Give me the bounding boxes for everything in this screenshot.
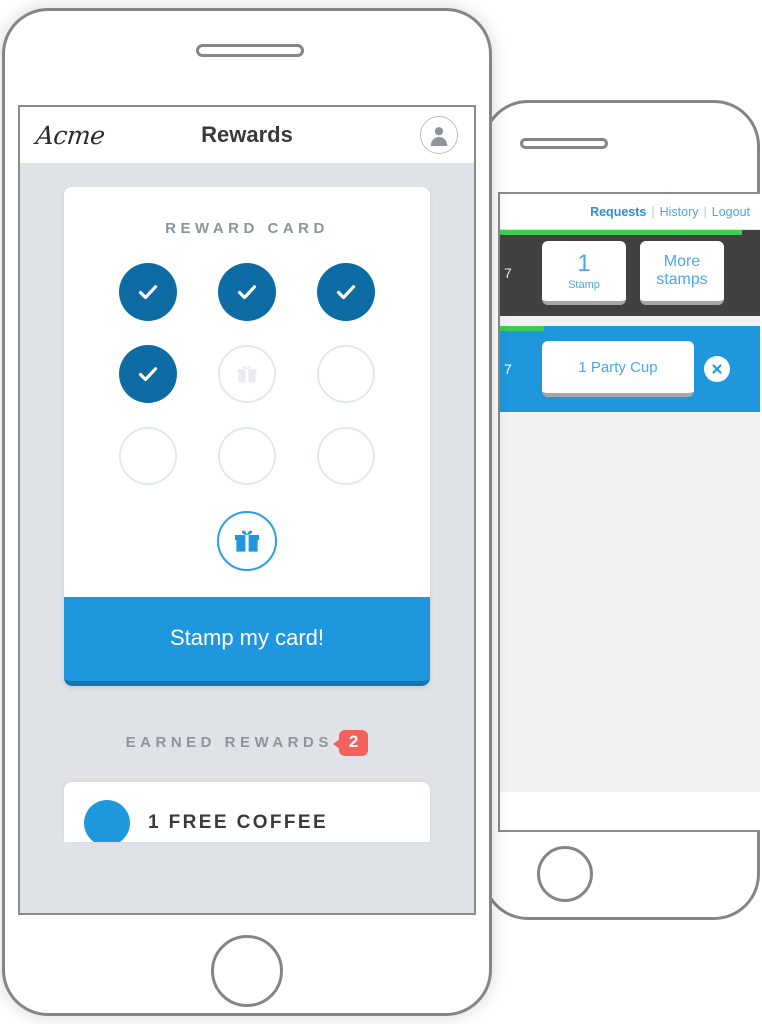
phone-left-speaker (196, 44, 304, 57)
phone-right-home-button[interactable] (537, 846, 593, 902)
earned-rewards-badge: 2 (332, 730, 369, 756)
earned-rewards-header: EARNED REWARDS 2 (20, 686, 474, 782)
phone-left-home-button[interactable] (211, 935, 283, 1007)
gift-icon (237, 365, 257, 383)
stamp-slot-1[interactable] (118, 263, 177, 321)
party-cup-label: 1 Party Cup (578, 358, 658, 376)
more-stamps-button[interactable]: More stamps (640, 241, 724, 305)
reward-goal-area (64, 507, 430, 597)
check-icon (337, 285, 356, 300)
party-cup-button[interactable]: 1 Party Cup (542, 341, 694, 397)
stamp-count-button[interactable]: 1 Stamp (542, 241, 626, 305)
nav-item-requests[interactable]: Requests (590, 205, 646, 219)
app-header: Acme Rewards (20, 107, 474, 163)
earned-rewards-label: EARNED REWARDS (125, 734, 333, 752)
nav-item-history[interactable]: History (660, 205, 699, 219)
check-icon (237, 285, 257, 300)
stamp-slot-8[interactable] (217, 427, 276, 485)
reward-card-title: REWARD CARD (165, 220, 329, 237)
nav-separator-1: | (651, 205, 655, 219)
stamp-slot-4[interactable] (118, 345, 177, 403)
stamp-my-card-button[interactable]: Stamp my card! (64, 597, 430, 686)
brand-logo[interactable]: Acme (34, 121, 106, 150)
more-stamps-label: More stamps (656, 252, 708, 288)
phone-left-screen: Acme Rewards REWARD CARD Stamp my card! … (18, 105, 476, 915)
request-row: 7 1 Stamp More stamps (500, 230, 760, 316)
nav-separator-2: | (703, 205, 707, 219)
check-icon (138, 285, 157, 300)
stamp-grid (64, 263, 430, 507)
reward-card: REWARD CARD Stamp my card! (64, 187, 430, 686)
earned-reward-item[interactable]: 1 FREE COFFEE (64, 781, 430, 842)
phone-right-speaker (520, 138, 608, 149)
stamp-slot-9[interactable] (317, 427, 376, 485)
nav-item-logout[interactable]: Logout (712, 205, 750, 219)
coffee-circle-icon (84, 799, 130, 842)
app-body: REWARD CARD Stamp my card! EARNED REWARD… (20, 163, 474, 913)
stamp-slot-2[interactable] (217, 263, 276, 321)
request-row-gap (500, 316, 760, 326)
request-list-empty-area (500, 412, 760, 792)
right-nav-bar: Requests | History | Logout (500, 194, 760, 230)
progress-bar (500, 230, 742, 235)
phone-right-screen: Requests | History | Logout 7 1 Stamp More s… (498, 192, 760, 832)
earned-reward-label: 1 FREE COFFEE (148, 811, 329, 833)
close-x-icon[interactable] (704, 356, 730, 382)
gift-icon (217, 511, 277, 571)
user-avatar-icon[interactable] (420, 116, 458, 154)
request-row-fragment: 7 (504, 265, 512, 281)
stamp-slot-6[interactable] (317, 345, 376, 403)
progress-bar (500, 326, 545, 331)
stamp-slot-5[interactable] (217, 345, 276, 403)
stamp-slot-3[interactable] (317, 263, 376, 321)
stamp-count-label: Stamp (568, 278, 600, 291)
stamp-slot-7[interactable] (118, 427, 177, 485)
request-row: 7 1 Party Cup (500, 326, 760, 412)
stamp-count-value: 1 (577, 249, 591, 277)
request-row-fragment: 7 (504, 361, 512, 377)
check-icon (138, 367, 157, 382)
